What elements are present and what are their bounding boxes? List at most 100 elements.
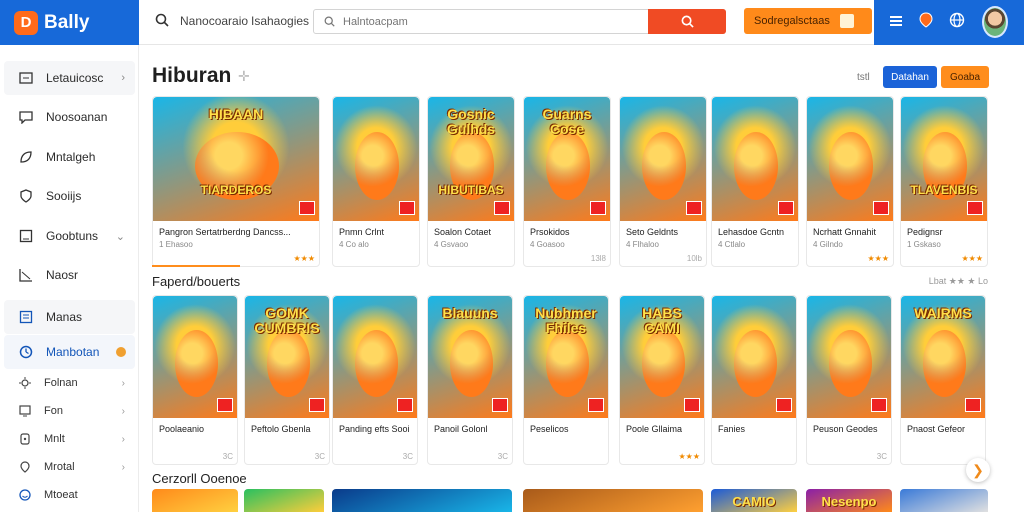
game-title[interactable]: Peuson Geodes [813,424,887,434]
game-thumbnail[interactable]: Nesenpo [806,489,892,512]
game-thumbnail[interactable]: HIBAAN TIARDEROS [153,97,319,221]
game-thumbnail[interactable]: Guarns Cose [524,97,610,221]
game-title[interactable]: Peftolo Gbenla [251,424,325,434]
game-title[interactable]: Soalon Cotaet [434,227,510,237]
game-title[interactable]: Pnmn Crlnt [339,227,415,237]
game-thumbnail[interactable]: HABS CAMI [620,296,704,418]
game-card[interactable]: HABS CAMI Poole Gllaima ★★★ [619,295,705,465]
shield-icon [18,188,34,204]
sidebar-item-6[interactable]: Naosr [4,258,135,292]
game-card[interactable]: Fanies [711,295,797,465]
user-avatar[interactable] [982,6,1008,38]
game-card[interactable]: GOMK CUMBRIS Peftolo Gbenla 3C [244,295,330,465]
game-title[interactable]: Pedignsr [907,227,983,237]
sidebar-subitem-1[interactable]: Folnan › [4,370,135,396]
game-card[interactable]: HIBAAN TIARDEROS Pangron Sertatrberdng Dan… [152,96,320,267]
game-thumbnail[interactable]: Gosnic Gulhds HIBUTIBAS [428,97,514,221]
game-character [828,330,872,398]
game-title[interactable]: Seto Geldnts [626,227,702,237]
game-title[interactable]: Panding efts Sooi [339,424,413,434]
top-link-1[interactable]: Nanocoaraio [180,14,248,28]
language-icon[interactable] [949,12,965,28]
sidebar-item-1[interactable]: Letauicosc › [4,61,135,95]
game-title[interactable]: Pnaost Gefeor [907,424,981,434]
game-title[interactable]: Fanies [718,424,792,434]
game-thumbnail[interactable] [712,296,796,418]
game-card[interactable]: WAIRMS Pnaost Gefeor [900,295,986,465]
game-thumbnail[interactable]: GOMK CUMBRIS [245,296,329,418]
promo-button[interactable]: Sodregalsctaas [744,8,872,34]
game-card[interactable]: Blauuns Panoil Golonl 3C [427,295,513,465]
sidebar-item-label: Noosoanan [46,110,108,124]
game-card[interactable]: Seto Geldnts 4 Flhaloo 10lb [619,96,707,267]
game-thumbnail[interactable]: Nubhmer Fhiles [524,296,608,418]
game-card[interactable]: Pnmn Crlnt 4 Co alo [332,96,420,267]
game-title[interactable]: Panoil Golonl [434,424,508,434]
game-thumbnail[interactable] [244,489,324,512]
game-title[interactable]: Peselicos [530,424,604,434]
sidebar-subitem-5[interactable]: Mtoeat [4,482,135,508]
plus-icon[interactable]: ✛ [238,68,250,85]
sidebar-subitem-3[interactable]: Mnlt › [4,426,135,452]
sidebar-item-8[interactable]: Manbotan [4,335,135,369]
game-title[interactable]: Pangron Sertatrberdng Dancss... [159,227,315,237]
game-card[interactable]: Peuson Geodes 3C [806,295,892,465]
game-thumbnail[interactable] [807,296,891,418]
game-title[interactable]: Ncrhatt Gnnahit [813,227,889,237]
game-thumbnail[interactable] [712,97,798,221]
game-card[interactable]: Gosnic Gulhds HIBUTIBAS Soalon Cotaet 4 Gsv… [427,96,515,267]
sidebar-item-3[interactable]: Mntalgeh [4,140,135,174]
game-title[interactable]: Prsokidos [530,227,606,237]
game-badge-icon [686,201,702,215]
location-icon[interactable] [919,12,933,28]
game-badge-icon [873,201,889,215]
game-thumbnail[interactable] [332,489,512,512]
game-thumbnail[interactable] [807,97,893,221]
game-thumbnail[interactable] [153,296,237,418]
game-art-title: WAIRMS [914,305,972,321]
game-character [545,330,589,398]
game-card[interactable]: Ncrhatt Gnnahit 4 Gilndo ★★★ [806,96,894,267]
game-card[interactable]: Poolaeanio 3C [152,295,238,465]
search-button-icon [681,15,694,28]
game-title[interactable]: Poole Gllaima [626,424,700,434]
game-card[interactable]: Nubhmer Fhiles Peselicos [523,295,609,465]
sidebar-item-7[interactable]: Manas [4,300,135,334]
sidebar-item-2[interactable]: Noosoanan [4,100,135,134]
game-badge-icon [684,398,700,412]
sidebar-item-4[interactable]: Sooiijs [4,179,135,213]
sidebar-item-5[interactable]: Goobtuns ⌄ [4,219,135,253]
game-thumbnail[interactable]: CAMIO [711,489,797,512]
search-icon[interactable] [155,13,169,27]
game-card[interactable]: Lehasdoe Gcntn 4 Ctlalo [711,96,799,267]
sidebar-subitem-2[interactable]: Fon › [4,398,135,424]
game-thumbnail[interactable] [152,489,238,512]
game-thumbnail[interactable] [523,489,703,512]
game-title[interactable]: Lehasdoe Gcntn [718,227,794,237]
menu-icon[interactable] [889,14,903,28]
game-art-title: HIBAAN [208,106,264,122]
game-thumbnail[interactable]: Blauuns [428,296,512,418]
game-card[interactable]: TLAVENBIS Pedignsr 1 Gskaso ★★★ [900,96,988,267]
game-thumbnail[interactable] [620,97,706,221]
scroll-next-button[interactable]: ❯ [966,458,990,482]
game-title[interactable]: Poolaeanio [159,424,233,434]
game-thumbnail[interactable] [333,296,417,418]
game-thumbnail[interactable] [900,489,988,512]
brand-logo[interactable]: D Bally [0,0,139,45]
search-field-icon [324,16,335,27]
secondary-button[interactable]: Goaba [941,66,989,88]
primary-button[interactable]: Datahan [883,66,937,88]
game-thumbnail[interactable] [333,97,419,221]
game-card[interactable]: Panding efts Sooi 3C [332,295,418,465]
top-link-2[interactable]: Isahaogies [251,14,309,28]
game-card[interactable]: Guarns Cose Prsokidos 4 Goasoo 13l8 [523,96,611,267]
gift-icon [839,14,854,28]
game-thumbnail[interactable]: TLAVENBIS [901,97,987,221]
game-badge-icon [871,398,887,412]
search-button[interactable] [648,9,726,34]
section-sort[interactable]: Lbat ★★ ★ Lo [929,276,988,287]
sidebar-subitem-4[interactable]: Mrotal › [4,454,135,480]
game-character [266,330,310,398]
game-thumbnail[interactable]: WAIRMS [901,296,985,418]
